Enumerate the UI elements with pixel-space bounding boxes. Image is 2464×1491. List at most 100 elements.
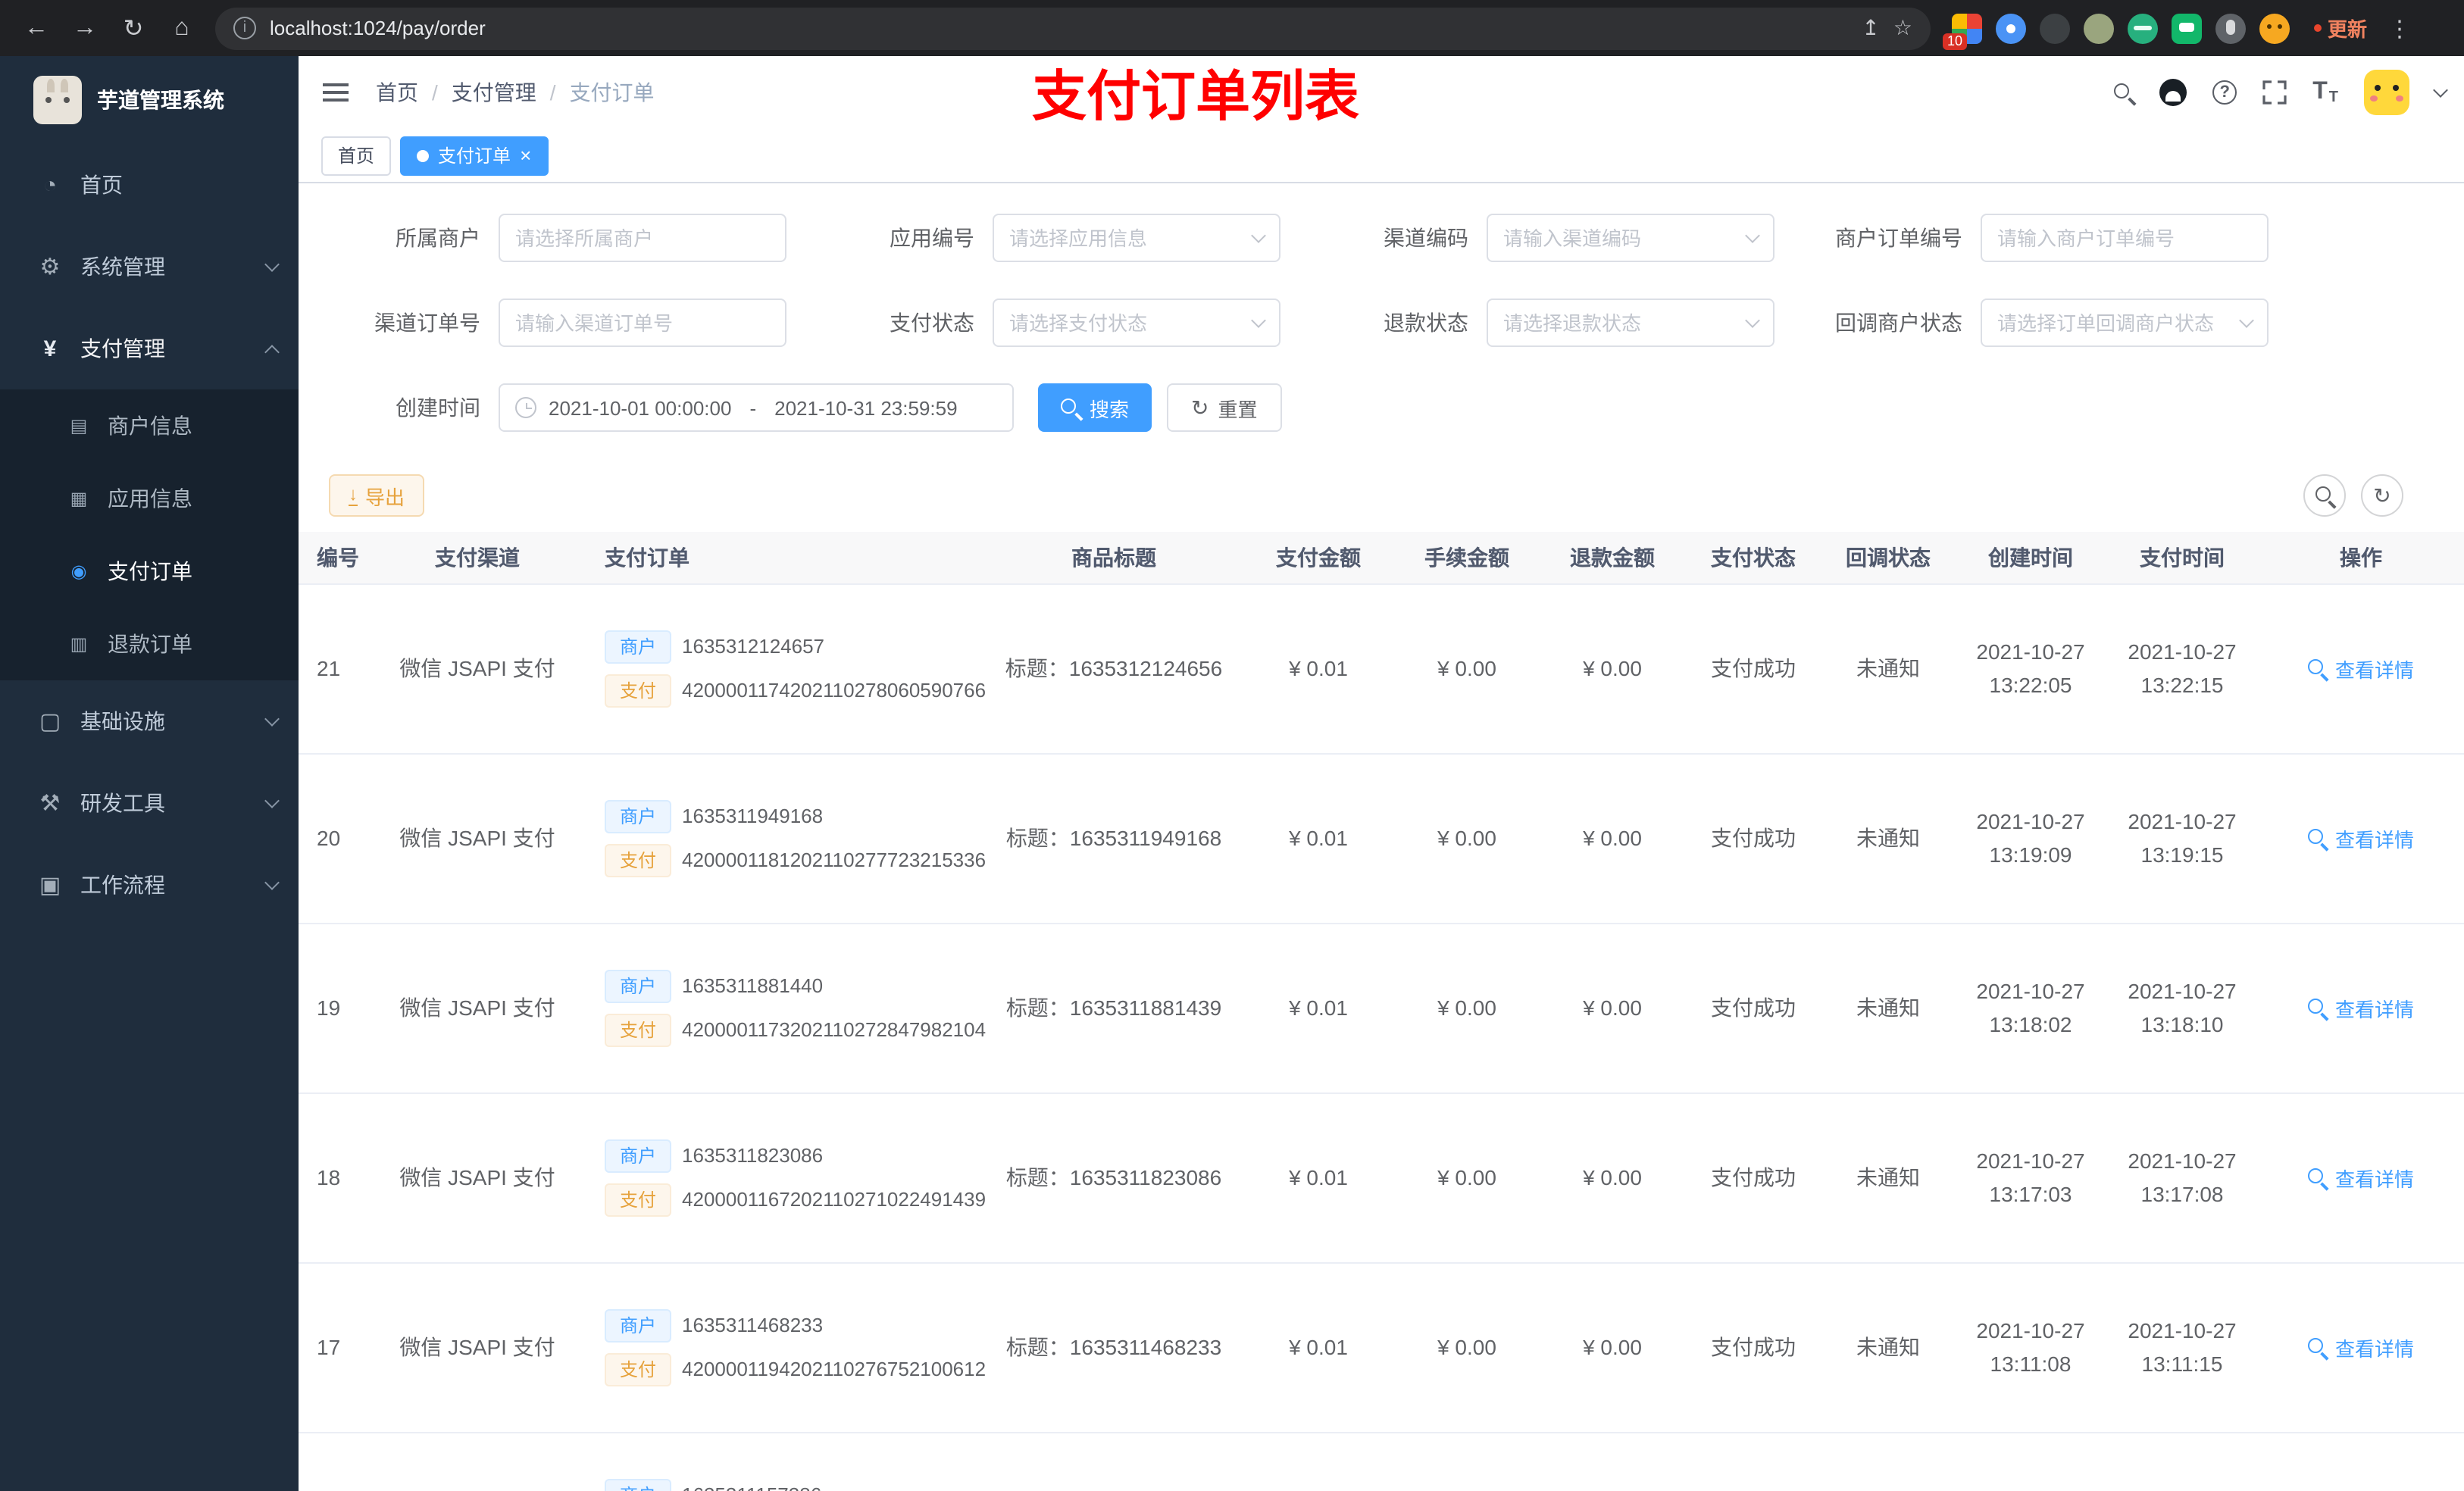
extension-pin-icon[interactable]	[2215, 13, 2246, 43]
refresh-table-button[interactable]: ↻	[2361, 474, 2403, 517]
breadcrumb-payment[interactable]: 支付管理	[452, 77, 536, 108]
order-id-cell: 18	[299, 1092, 371, 1263]
sidebar-item-pay-order[interactable]: ◉ 支付订单	[0, 535, 299, 608]
page-title-annotation: 支付订单列表	[1032, 65, 1360, 127]
extension-dark-icon[interactable]	[2040, 13, 2070, 43]
monitor-icon: ▢	[39, 709, 61, 735]
create-time-range-picker[interactable]: 2021-10-01 00:00:00 - 2021-10-31 23:59:5…	[499, 383, 1014, 432]
reset-button[interactable]: ↻ 重置	[1167, 383, 1282, 432]
sidebar-item-refund-order[interactable]: ▥ 退款订单	[0, 608, 299, 680]
pay-channel-cell: 微信 JSAPI 支付	[371, 1092, 583, 1263]
channel-order-no: 4200001173202110272847982104	[682, 1018, 987, 1041]
channel-order-no: 4200001174202110278060590766	[682, 679, 987, 702]
export-button[interactable]: ↓ 导出	[329, 474, 425, 517]
site-info-icon[interactable]: i	[233, 17, 256, 39]
browser-menu-icon[interactable]: ⋮	[2388, 14, 2411, 42]
fee-amount-cell: ¥ 0.00	[1394, 753, 1540, 924]
merchant-order-no-filter-input[interactable]	[1981, 214, 2269, 262]
breadcrumb-home[interactable]: 首页	[376, 77, 418, 108]
search-icon[interactable]	[2114, 83, 2134, 102]
url-text[interactable]: localhost:1024/pay/order	[270, 17, 1848, 39]
update-alert-dot	[2314, 24, 2322, 32]
close-tab-icon[interactable]: ×	[520, 145, 531, 165]
view-detail-link[interactable]: 查看详情	[2307, 654, 2414, 683]
breadcrumb: 首页 / 支付管理 / 支付订单	[376, 77, 655, 108]
toggle-search-button[interactable]	[2303, 474, 2346, 517]
sidebar-item-app-info[interactable]: ▦ 应用信息	[0, 462, 299, 535]
channel-order-tag: 支付	[605, 674, 672, 707]
pay-status-cell: 支付成功	[1685, 923, 1821, 1093]
chevron-up-icon	[264, 344, 280, 359]
order-table-body: 21 微信 JSAPI 支付 商户 1635312124657 支付 42000…	[299, 583, 2464, 1491]
extension-drop-icon[interactable]	[1996, 13, 2026, 43]
share-icon[interactable]: ↥	[1862, 15, 1879, 41]
notify-status-filter-label: 回调商户状态	[1835, 311, 1962, 335]
browser-update-button[interactable]: 更新	[2314, 14, 2367, 42]
merchant-order-no: 1635311881440	[682, 974, 824, 997]
workflow-icon: ▣	[39, 873, 61, 899]
table-header-row: 编号 支付渠道 支付订单 商品标题 支付金额 手续金额 退款金额 支付状态 回调…	[299, 532, 2464, 584]
github-icon[interactable]	[2159, 79, 2187, 106]
tab-pay-order[interactable]: 支付订单 ×	[400, 136, 549, 175]
grid-icon: ▦	[70, 488, 88, 509]
extension-olive-icon[interactable]	[2084, 13, 2114, 43]
pay-status-cell	[1685, 1432, 1821, 1491]
forward-icon[interactable]: →	[64, 7, 106, 49]
sidebar-item-infrastructure[interactable]: ▢ 基础设施	[0, 680, 299, 762]
view-detail-link[interactable]: 查看详情	[2307, 993, 2414, 1022]
main-area: 首页 / 支付管理 / 支付订单 支付订单列表 ? TT 首页 支付订单 × 所…	[299, 56, 2464, 1491]
user-avatar[interactable]	[2364, 70, 2409, 115]
extension-chat-icon[interactable]	[2172, 13, 2202, 43]
col-title-header: 商品标题	[985, 532, 1243, 584]
goods-title-cell	[985, 1432, 1243, 1491]
refund-status-filter-select[interactable]	[1487, 299, 1775, 347]
view-detail-link[interactable]: 查看详情	[2307, 1163, 2414, 1192]
merchant-filter-input[interactable]	[499, 214, 786, 262]
create-time-cell: 2021-10-27 13:11:08	[1955, 1262, 2106, 1433]
clock-icon	[515, 397, 536, 418]
merchant-order-tag: 商户	[605, 1478, 672, 1491]
extension-palette-icon[interactable]: 10	[1943, 13, 1982, 49]
order-table-row: 17 微信 JSAPI 支付 商户 1635311468233 支付 42000…	[299, 1262, 2464, 1433]
pay-amount-cell: ¥ 0.01	[1243, 753, 1394, 924]
pay-time-cell: 2021-10-27 13:11:15	[2106, 1262, 2258, 1433]
order-table-row: 商户 1635311157386 支付 查看详情	[299, 1432, 2464, 1491]
merchant-order-no: 1635311823086	[682, 1144, 824, 1167]
sidebar-item-system[interactable]: ⚙ 系统管理	[0, 226, 299, 308]
refund-amount-cell: ¥ 0.00	[1540, 1262, 1685, 1433]
pay-status-filter-select[interactable]	[993, 299, 1280, 347]
chevron-down-icon	[264, 257, 280, 272]
extension-face-icon[interactable]	[2259, 13, 2290, 43]
channel-code-filter-select[interactable]	[1487, 214, 1775, 262]
tab-home[interactable]: 首页	[321, 136, 392, 175]
collapse-menu-icon[interactable]	[323, 91, 349, 94]
chevron-down-icon	[264, 875, 280, 890]
search-button[interactable]: 搜索	[1038, 383, 1152, 432]
notify-status-filter-select[interactable]	[1981, 299, 2269, 347]
sidebar-item-devtools[interactable]: ⚒ 研发工具	[0, 762, 299, 844]
view-detail-link[interactable]: 查看详情	[2307, 1333, 2414, 1361]
bookmark-star-icon[interactable]: ☆	[1893, 15, 1912, 41]
address-bar[interactable]: i localhost:1024/pay/order ↥ ☆	[215, 7, 1931, 49]
sidebar-item-home[interactable]: ◔ 首页	[0, 144, 299, 226]
channel-order-no-filter-input[interactable]	[499, 299, 786, 347]
back-icon[interactable]: ←	[15, 7, 58, 49]
refund-amount-cell: ¥ 0.00	[1540, 583, 1685, 754]
refresh-icon[interactable]: ↻	[112, 7, 155, 49]
home-icon[interactable]: ⌂	[161, 7, 203, 49]
app-id-filter-select[interactable]	[993, 214, 1280, 262]
sidebar-item-merchant-info[interactable]: ▤ 商户信息	[0, 389, 299, 462]
pay-status-cell: 支付成功	[1685, 753, 1821, 924]
extension-wappalyzer-icon[interactable]	[2128, 13, 2158, 43]
col-id-header: 编号	[299, 532, 371, 584]
col-notify-status-header: 回调状态	[1821, 532, 1955, 584]
help-icon[interactable]: ?	[2212, 80, 2237, 105]
sidebar-item-payment[interactable]: ¥ 支付管理	[0, 308, 299, 389]
view-detail-link[interactable]: 查看详情	[2307, 824, 2414, 852]
pay-channel-cell	[371, 1432, 583, 1491]
fullscreen-icon[interactable]	[2262, 80, 2287, 105]
sidebar-item-workflow[interactable]: ▣ 工作流程	[0, 844, 299, 926]
notify-status-cell: 未通知	[1821, 753, 1955, 924]
font-size-icon[interactable]: TT	[2312, 79, 2338, 106]
avatar-dropdown-caret-icon[interactable]	[2433, 82, 2448, 97]
